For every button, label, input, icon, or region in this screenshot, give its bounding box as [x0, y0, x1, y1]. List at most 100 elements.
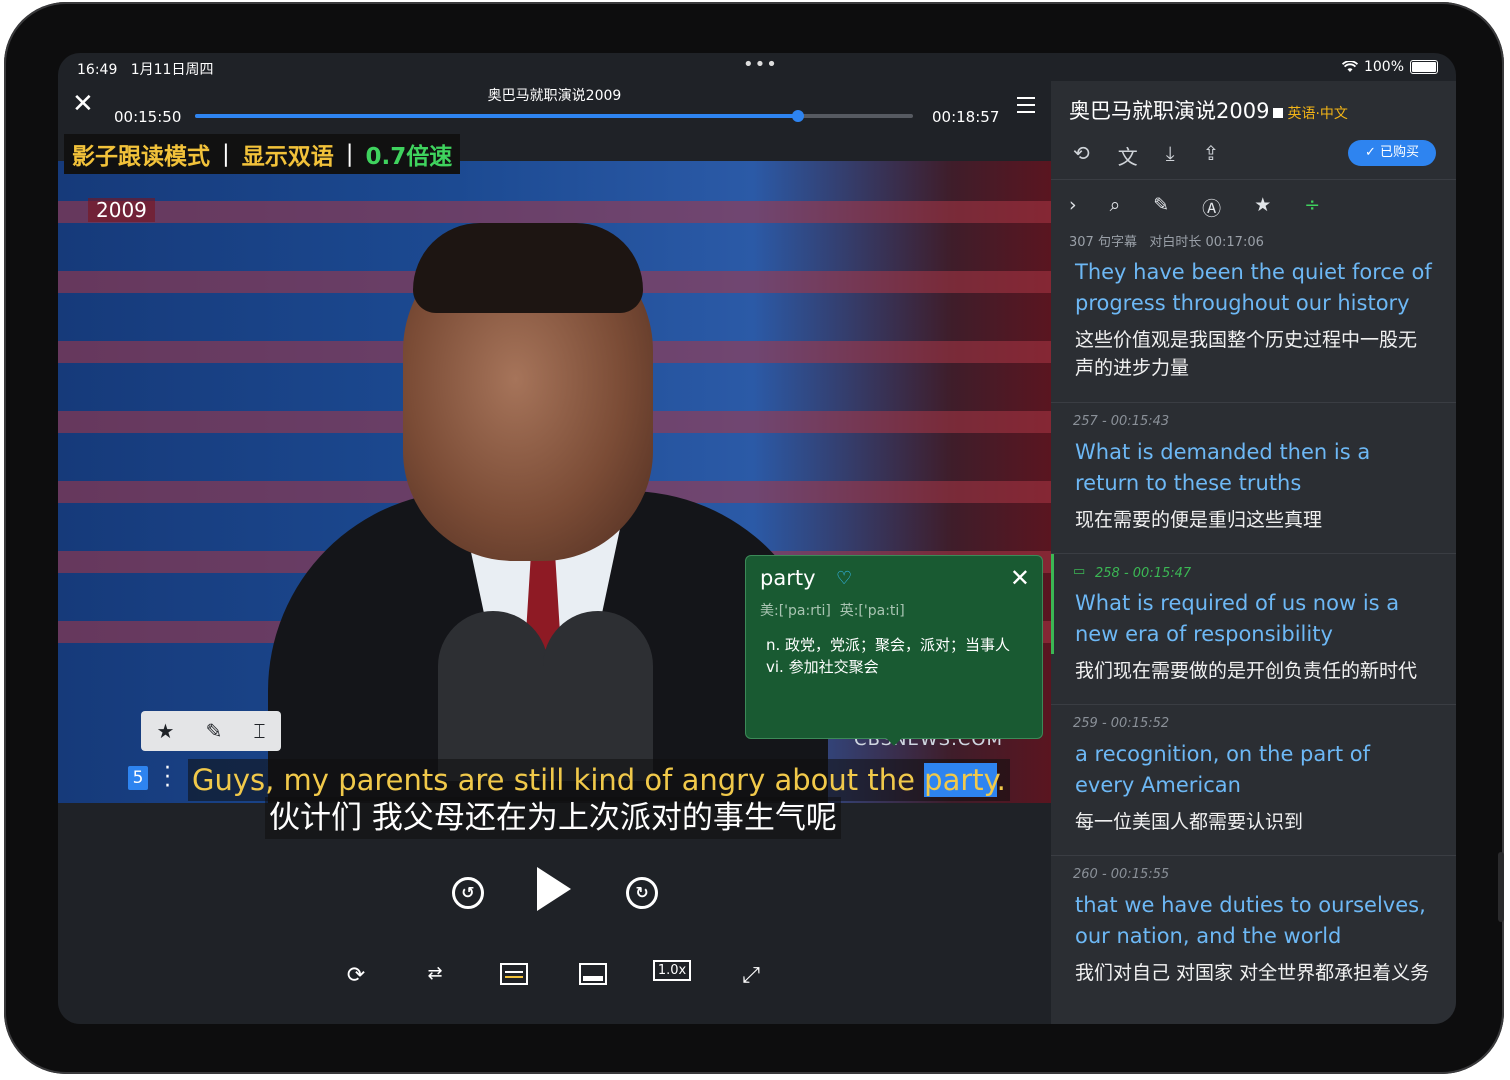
subtitle-card[interactable]: 259 - 00:15:52 a recognition, on the par…	[1051, 705, 1456, 855]
speed-toggle[interactable]: 0.7倍速	[366, 137, 453, 171]
total-time: 00:18:57	[932, 108, 1000, 126]
panel-toolbar-2: › ⌕ ✎ Ⓐ ★ ÷	[1069, 194, 1320, 221]
shadow-mode-toggle[interactable]: 影子跟读模式	[72, 137, 210, 171]
subtitle-panel: 奥巴马就职演说2009 英语·中文 ⟲ 文 ⤓ ⇪ ✓ 已购买 › ⌕ ✎ Ⓐ ★…	[1051, 81, 1456, 1024]
subtitle-text[interactable]: Guys, my parents are still kind of	[192, 763, 682, 797]
divider	[1051, 179, 1456, 180]
phonetics: 美:['pa:rti] 英:['pa:ti]	[760, 603, 905, 619]
microphone	[543, 611, 653, 781]
year-badge: 2009	[88, 198, 155, 222]
definition-noun: n. 政党，党派；聚会，派对；当事人	[766, 636, 1011, 654]
panel-meta: 307 句字幕 对白时长 00:17:06	[1069, 235, 1264, 250]
subtitle-card-active[interactable]: 258 - 00:15:47 ▭ What is required of us …	[1051, 554, 1456, 704]
subtitle-icon[interactable]	[494, 963, 534, 991]
repeat-once-icon[interactable]: ⟳	[336, 963, 376, 988]
battery-percent: 100%	[1363, 59, 1404, 75]
card-english: a recognition, on the part of every Amer…	[1075, 742, 1371, 797]
ab-repeat-icon[interactable]: ⇄	[415, 963, 455, 984]
card-chinese: 这些价值观是我国整个历史过程中一股无声的进步力量	[1075, 329, 1418, 379]
flag-stripe	[58, 201, 1051, 223]
definition-verb: vi. 参加社交聚会	[766, 658, 879, 676]
share-icon[interactable]: ⇪	[1203, 141, 1220, 170]
subtitle-card[interactable]: 257 - 00:15:43 What is demanded then is …	[1051, 403, 1456, 553]
progress-slider[interactable]	[195, 110, 913, 122]
definitions: n. 政党，党派；聚会，派对；当事人 vi. 参加社交聚会	[766, 634, 1026, 678]
fullscreen-icon[interactable]: ⤢	[731, 963, 771, 988]
subtitle-text[interactable]: about the	[765, 763, 924, 797]
player-title: 奥巴马就职演说2009	[487, 88, 622, 104]
status-time: 16:49 1月11日周四	[77, 62, 214, 78]
play-icon[interactable]	[537, 867, 571, 911]
subtitle-card[interactable]: 260 - 00:15:55 that we have duties to ou…	[1051, 856, 1456, 1024]
video-player: ✕ 奥巴马就职演说2009 00:15:50 00:18:57 2009 CBS…	[58, 81, 1051, 1024]
speed-icon[interactable]: 1.0x	[652, 960, 692, 981]
more-vertical-icon[interactable]: · · ·	[164, 758, 171, 798]
star-icon[interactable]: ★	[1254, 194, 1271, 221]
download-icon[interactable]: ⤓	[1166, 141, 1175, 170]
note-icon[interactable]: ✎	[206, 719, 223, 743]
text-box-icon[interactable]: ⌶	[253, 719, 265, 743]
separator: |	[222, 141, 230, 167]
status-date: 1月11日周四	[130, 62, 214, 78]
favorite-heart-icon[interactable]: ♡	[836, 568, 852, 589]
chevron-right-icon[interactable]: ›	[1069, 194, 1077, 221]
battery-icon	[1410, 60, 1438, 74]
status-right: 100%	[1341, 59, 1438, 75]
auto-icon[interactable]: Ⓐ	[1202, 194, 1221, 221]
card-meta: 257 - 00:15:43	[1073, 414, 1170, 429]
current-time: 00:15:50	[114, 108, 182, 126]
card-english: They have been the quiet force of progre…	[1075, 260, 1432, 315]
multitask-dots-icon[interactable]: •••	[743, 54, 778, 75]
popup-pointer	[884, 736, 904, 746]
card-english: that we have duties to ourselves, our na…	[1075, 893, 1426, 948]
screen: 16:49 1月11日周四 ••• 100% ✕ 奥巴马就职演说2009 00:…	[58, 53, 1456, 1024]
ipad-frame: 16:49 1月11日周四 ••• 100% ✕ 奥巴马就职演说2009 00:…	[4, 2, 1504, 1074]
status-bar: 16:49 1月11日周四 ••• 100%	[58, 53, 1456, 81]
bilingual-toggle[interactable]: 显示双语	[242, 137, 334, 171]
collapse-icon[interactable]: ÷	[1304, 194, 1320, 221]
pencil-icon[interactable]: ✎	[1153, 194, 1169, 221]
wifi-icon	[1341, 61, 1358, 72]
speaker-hair	[413, 223, 643, 313]
square-icon	[1273, 108, 1284, 118]
active-indicator	[1051, 554, 1054, 654]
subtitle-english[interactable]: Guys, my parents are still kind of angry…	[188, 759, 1010, 801]
close-icon[interactable]: ✕	[1010, 564, 1030, 592]
card-english: What is demanded then is a return to the…	[1075, 440, 1371, 495]
comment-icon: ▭	[1073, 564, 1086, 579]
subtitle-bar-icon[interactable]	[573, 963, 613, 991]
subtitle-word-angry[interactable]: angry	[682, 763, 766, 797]
subtitle-text: .	[996, 763, 1006, 797]
panel-toolbar: ⟲ 文 ⤓ ⇪	[1073, 141, 1219, 170]
speed-label: 1.0x	[652, 960, 692, 981]
popup-word: party	[760, 566, 816, 590]
panel-title: 奥巴马就职演说2009 英语·中文	[1069, 99, 1348, 123]
progress-knob[interactable]	[792, 110, 805, 122]
menu-icon[interactable]	[1017, 97, 1035, 118]
forward-icon[interactable]: ↻	[626, 877, 658, 909]
subtitle-chinese: 伙计们 我父母还在为上次派对的事生气呢	[265, 797, 841, 839]
star-icon[interactable]: ★	[157, 719, 175, 743]
progress-fill	[195, 114, 799, 118]
subtitle-word-selected[interactable]: party	[924, 763, 997, 797]
search-doc-icon[interactable]: ⌕	[1110, 194, 1121, 221]
card-meta: 260 - 00:15:55	[1073, 867, 1170, 882]
card-chinese: 现在需要的便是重归这些真理	[1075, 509, 1323, 531]
microphone	[438, 611, 548, 781]
translate-icon[interactable]: 文	[1118, 141, 1138, 170]
card-chinese: 每一位美国人都需要认识到	[1075, 811, 1304, 833]
card-meta: 258 - 00:15:47	[1095, 566, 1192, 581]
side-button	[1498, 852, 1504, 922]
card-meta: 259 - 00:15:52	[1073, 716, 1170, 731]
subtitle-toolbar: ★ ✎ ⌶	[141, 711, 281, 751]
rewind-icon[interactable]: ↺	[452, 877, 484, 909]
refresh-icon[interactable]: ⟲	[1073, 141, 1090, 170]
dictionary-popup: party ♡ ✕ 美:['pa:rti] 英:['pa:ti] n. 政党，党…	[745, 555, 1043, 739]
card-chinese: 我们现在需要做的是开创负责任的新时代	[1075, 660, 1418, 682]
mode-bar: 影子跟读模式 | 显示双语 | 0.7倍速	[64, 134, 461, 174]
card-english: What is required of us now is a new era …	[1075, 591, 1400, 646]
purchased-badge[interactable]: ✓ 已购买	[1348, 140, 1436, 166]
separator: |	[345, 141, 354, 167]
subtitle-card[interactable]: They have been the quiet force of progre…	[1051, 251, 1456, 401]
subtitle-index: 5	[128, 766, 148, 790]
